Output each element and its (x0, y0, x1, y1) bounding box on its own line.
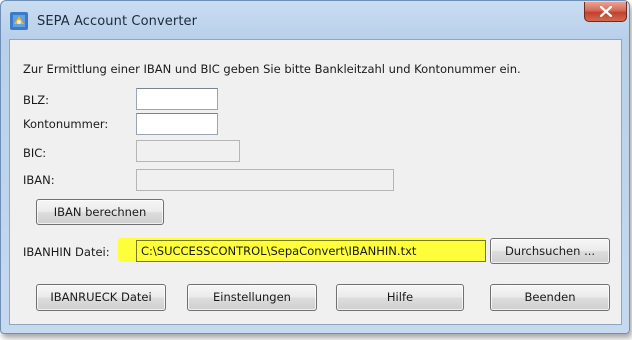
durchsuchen-button[interactable]: Durchsuchen ... (490, 238, 610, 264)
instructions-text: Zur Ermittlung einer IBAN und BIC geben … (23, 62, 521, 76)
beenden-button[interactable]: Beenden (490, 284, 610, 311)
ibanrueck-button[interactable]: IBANRUECK Datei (36, 284, 166, 311)
close-button[interactable] (584, 2, 627, 22)
bic-field (136, 140, 240, 162)
ibanhin-label: IBANHIN Datei: (23, 245, 110, 259)
window-title: SEPA Account Converter (37, 14, 198, 29)
blz-input[interactable] (136, 88, 218, 110)
title-bar[interactable]: SEPA Account Converter (1, 1, 629, 41)
ibanhin-input[interactable]: C:\SUCCESSCONTROL\SepaConvert\IBANHIN.tx… (136, 240, 486, 262)
iban-berechnen-button[interactable]: IBAN berechnen (36, 199, 164, 225)
bic-label: BIC: (23, 146, 47, 160)
hilfe-button[interactable]: Hilfe (336, 284, 464, 311)
blz-label: BLZ: (23, 93, 50, 107)
iban-label: IBAN: (23, 173, 55, 187)
sepa-app-icon (10, 12, 28, 30)
iban-field (136, 169, 394, 191)
kontonummer-input[interactable] (136, 113, 218, 135)
kontonummer-label: Kontonummer: (23, 117, 109, 131)
app-window: SEPA Account Converter Zur Ermittlung ei… (0, 0, 630, 334)
dialog-body: Zur Ermittlung einer IBAN und BIC geben … (9, 39, 622, 325)
close-icon (600, 6, 612, 17)
einstellungen-button[interactable]: Einstellungen (187, 284, 317, 311)
